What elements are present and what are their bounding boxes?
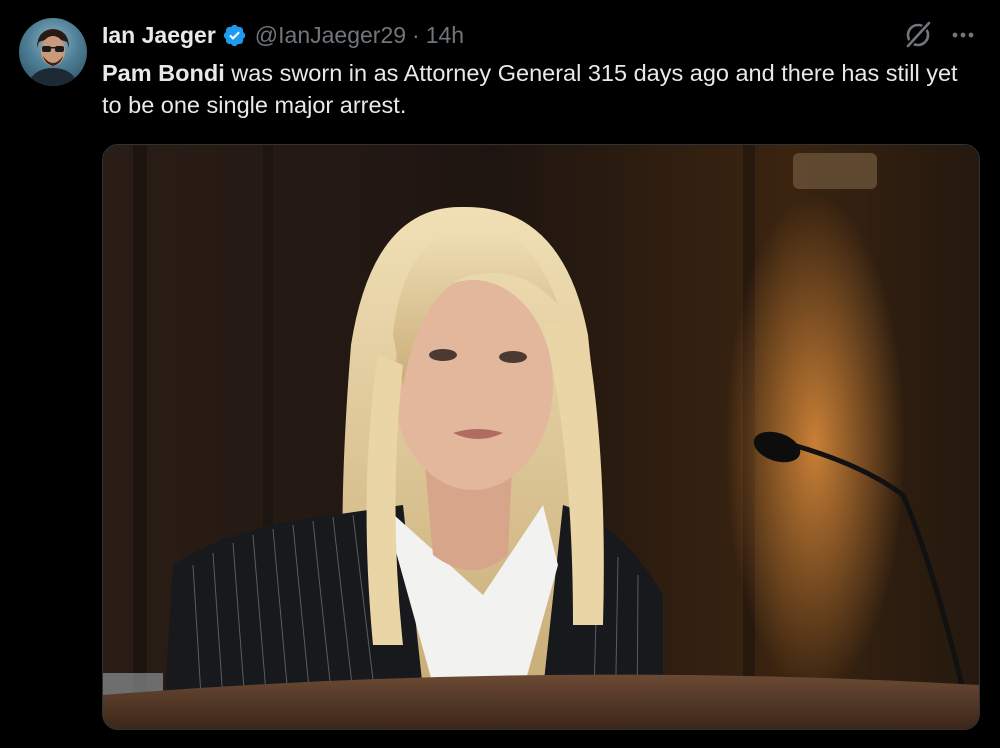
post-text: Pam Bondi was sworn in as Attorney Gener… — [102, 57, 972, 121]
verified-badge-icon[interactable] — [222, 23, 247, 48]
more-options-icon[interactable] — [946, 22, 980, 48]
avatar-image — [27, 29, 79, 86]
post-body: was sworn in as Attorney General 315 day… — [102, 60, 958, 118]
mentioned-name: Pam Bondi — [102, 60, 225, 86]
author-handle[interactable]: @IanJaeger29 — [255, 22, 406, 49]
post-image[interactable] — [102, 144, 980, 730]
post-header: Ian Jaeger @IanJaeger29 · 14h — [102, 19, 464, 51]
author-name[interactable]: Ian Jaeger — [102, 22, 216, 49]
post-timestamp[interactable]: 14h — [426, 22, 464, 49]
header-separator: · — [412, 21, 420, 48]
avatar[interactable] — [19, 18, 87, 86]
grok-icon[interactable] — [903, 20, 933, 50]
tweet[interactable]: Ian Jaeger @IanJaeger29 · 14h Pam Bondi … — [0, 0, 1000, 748]
